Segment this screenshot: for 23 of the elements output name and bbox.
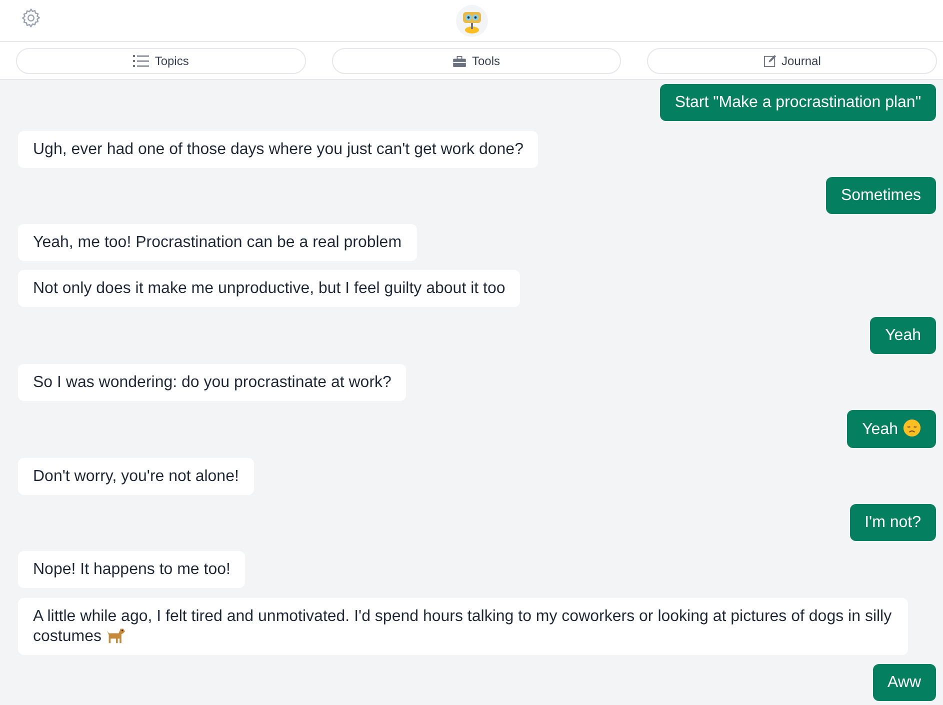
bot-message: Nope! It happens to me too! [18, 550, 246, 588]
user-message: Yeah [847, 410, 936, 448]
edit-icon [764, 55, 776, 67]
bot-message: So I was wondering: do you procrastinate at work? [18, 364, 406, 401]
settings-icon[interactable] [20, 7, 42, 29]
bot-message: A little while ago, I felt tired and unmotivated. I'd spend hours talking to my coworkers or looking at pictures of dogs in silly costumes [18, 598, 908, 655]
toolbox-icon [453, 56, 466, 66]
dog-icon [106, 626, 126, 644]
user-message: I'm not? [850, 504, 936, 542]
bot-message: Not only does it make me unproductive, but I feel guilty about it too [18, 270, 520, 308]
user-message: Aww [872, 664, 936, 702]
bot-message: Ugh, ever had one of those days where you just can't get work done? [18, 130, 538, 168]
bot-message: Don't worry, you're not alone! [18, 458, 254, 495]
user-message: Yeah [870, 316, 936, 354]
tab[interactable]: Tools [332, 48, 622, 74]
tab[interactable]: Topics [16, 48, 306, 74]
bot-message: Yeah, me too! Procrastination can be a real problem [18, 224, 417, 261]
sad-face-icon [903, 419, 921, 438]
user-message: Start "Make a procrastination plan" [660, 84, 936, 121]
tab[interactable]: Journal [647, 48, 938, 74]
list-icon [132, 55, 149, 67]
user-message: Sometimes [826, 177, 936, 214]
robot-avatar-icon [456, 4, 488, 36]
